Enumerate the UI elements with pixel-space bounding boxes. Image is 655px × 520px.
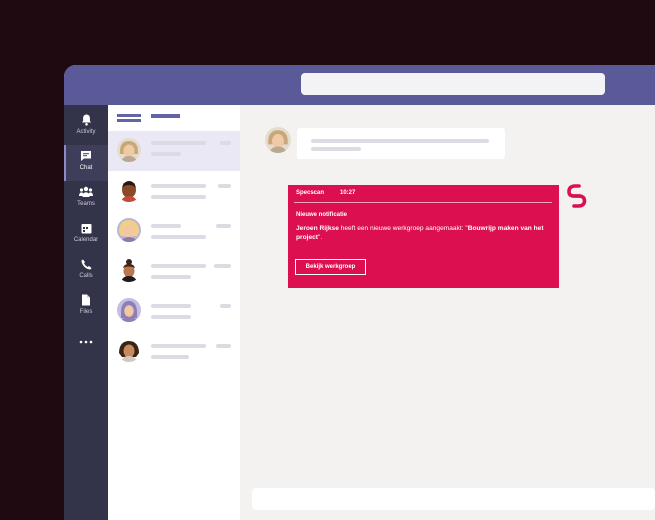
search-input[interactable] <box>301 73 605 95</box>
active-indicator <box>64 145 66 181</box>
name-placeholder <box>151 264 206 268</box>
compose-input[interactable] <box>252 488 655 510</box>
name-placeholder <box>151 184 206 188</box>
rail-item-activity[interactable]: Activity <box>64 109 108 145</box>
rail-item-calls[interactable]: Calls <box>64 253 108 289</box>
name-placeholder <box>151 344 206 348</box>
header-placeholder <box>117 119 141 122</box>
author-name: Jeroen Rijkse <box>296 225 339 232</box>
rail-item-files[interactable]: Files <box>64 289 108 325</box>
rail-label: Activity <box>76 129 96 135</box>
app-name: Specscan <box>296 190 325 196</box>
preview-placeholder <box>151 275 191 279</box>
name-placeholder <box>151 141 206 145</box>
preview-placeholder <box>151 152 181 156</box>
name-placeholder <box>151 304 191 308</box>
name-placeholder <box>151 224 181 228</box>
header-placeholder <box>117 114 141 117</box>
chat-list-item[interactable] <box>108 291 240 331</box>
time-placeholder <box>216 224 231 228</box>
avatar <box>117 138 141 162</box>
title-bar <box>64 65 655 105</box>
chat-list-item[interactable] <box>108 171 240 211</box>
preview-placeholder <box>151 355 189 359</box>
avatar <box>117 258 141 282</box>
more-apps-button[interactable] <box>64 331 108 367</box>
rail-label: Teams <box>77 201 95 207</box>
chat-list-item[interactable] <box>108 211 240 251</box>
more-dots-icon <box>79 335 93 349</box>
header-placeholder <box>151 114 180 118</box>
rail-label: Calendar <box>73 237 99 243</box>
chat-list-item[interactable] <box>108 131 240 171</box>
time-placeholder <box>214 264 231 268</box>
notification-body: Jeroen Rijkse heeft een nieuwe werkgroep… <box>296 224 551 242</box>
divider <box>294 202 552 203</box>
preview-placeholder <box>151 315 191 319</box>
body-text: heeft een nieuwe werkgroep aangemaakt: " <box>338 225 468 232</box>
teams-window: Activity Chat Teams Calendar Calls Files… <box>64 65 655 520</box>
notification-card: Specscan 10:27 Nieuwe notificatie Jeroen… <box>288 185 559 288</box>
chat-list-item[interactable] <box>108 331 240 371</box>
rail-label: Files <box>79 309 93 315</box>
time-placeholder <box>220 304 231 308</box>
message-placeholder <box>311 139 489 143</box>
file-icon <box>79 293 93 307</box>
chat-list-pane <box>108 105 240 520</box>
avatar <box>117 298 141 322</box>
teams-icon <box>79 185 93 199</box>
rail-label: Chat <box>79 165 93 171</box>
time-placeholder <box>220 141 231 145</box>
chat-list-item[interactable] <box>108 251 240 291</box>
rail-item-calendar[interactable]: Calendar <box>64 217 108 253</box>
rail-label: Calls <box>79 273 93 279</box>
app-rail: Activity Chat Teams Calendar Calls Files <box>64 105 108 520</box>
body-end: ". <box>317 234 323 241</box>
rail-item-chat[interactable]: Chat <box>64 145 108 181</box>
avatar <box>117 178 141 202</box>
rail-item-teams[interactable]: Teams <box>64 181 108 217</box>
time-placeholder <box>216 344 231 348</box>
preview-placeholder <box>151 195 206 199</box>
avatar <box>265 127 291 153</box>
chat-icon <box>79 149 93 163</box>
preview-placeholder <box>151 235 206 239</box>
specscan-logo-icon <box>566 184 588 208</box>
phone-icon <box>79 257 93 271</box>
notification-heading: Nieuwe notificatie <box>296 212 348 218</box>
calendar-icon <box>79 221 93 235</box>
bell-icon <box>79 113 93 127</box>
timestamp: 10:27 <box>340 190 356 196</box>
avatar <box>117 338 141 362</box>
time-placeholder <box>218 184 231 188</box>
message-bubble <box>297 128 505 159</box>
message-placeholder <box>311 147 361 151</box>
avatar <box>117 218 141 242</box>
view-workgroup-button[interactable]: Bekijk werkgroep <box>295 259 366 275</box>
conversation-pane: Specscan 10:27 Nieuwe notificatie Jeroen… <box>240 105 655 520</box>
